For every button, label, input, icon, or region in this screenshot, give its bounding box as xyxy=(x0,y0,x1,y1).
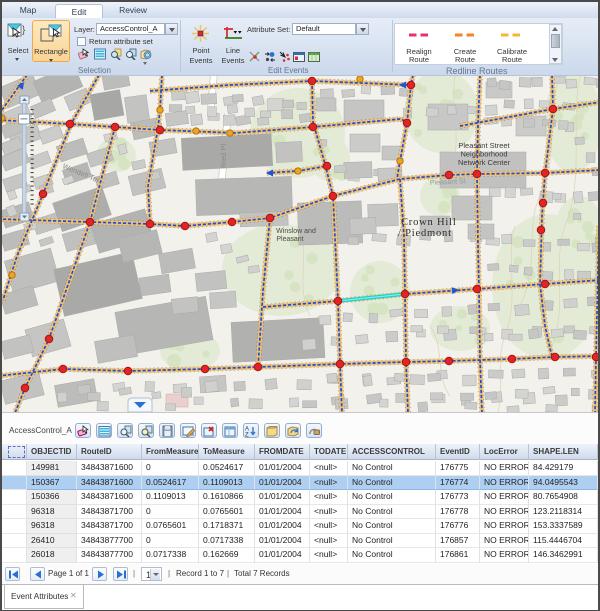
svg-text:Ried Pl: Ried Pl xyxy=(219,143,228,168)
svg-text:/ Piedmont: / Piedmont xyxy=(398,228,452,239)
svg-text:Winslow and: Winslow and xyxy=(276,228,316,235)
svg-text:Z: Z xyxy=(245,433,249,438)
svg-text:}: } xyxy=(22,25,26,36)
svg-text:Network Center: Network Center xyxy=(458,158,511,167)
svg-text:Pleasant: Pleasant xyxy=(276,236,303,243)
svg-text:Crown Hill: Crown Hill xyxy=(401,217,457,228)
